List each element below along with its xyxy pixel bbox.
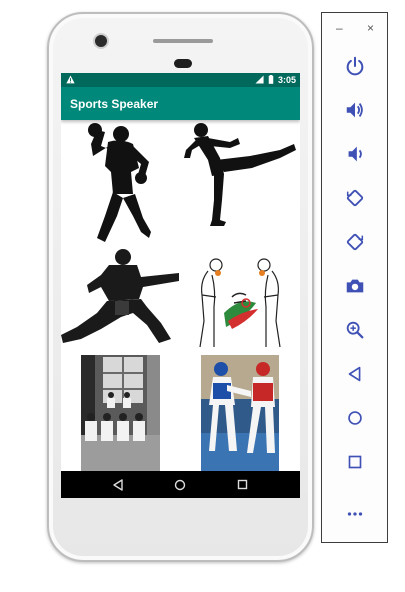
- app-bar: Sports Speaker: [61, 87, 300, 120]
- earpiece-speaker: [153, 39, 213, 43]
- home-icon: [347, 411, 362, 425]
- high-kick-silhouette-image: [180, 120, 300, 247]
- status-bar: 3:05: [61, 73, 300, 87]
- status-right: 3:05: [255, 74, 296, 86]
- proximity-sensor: [174, 59, 192, 68]
- emulator-stage: 3:05 Sports Speaker – ×: [0, 0, 405, 592]
- rotate-right-icon: [346, 233, 363, 251]
- tile-bowing-fighters-drawing[interactable]: [180, 247, 300, 355]
- toolbar-home-button[interactable]: [322, 401, 387, 435]
- toolbar-back-button[interactable]: [322, 357, 387, 391]
- warning-icon: [66, 74, 75, 86]
- clock: 3:05: [277, 75, 296, 85]
- back-icon: [348, 366, 360, 382]
- zoom-icon: [346, 321, 363, 339]
- taekwondo-match-photo-image: [201, 355, 279, 471]
- close-button[interactable]: ×: [367, 21, 374, 41]
- volume-down-button[interactable]: [322, 137, 387, 171]
- overview-icon: [348, 455, 361, 469]
- camera-icon: [346, 279, 363, 293]
- screenshot-button[interactable]: [322, 269, 387, 303]
- recents-icon: [238, 479, 248, 490]
- front-camera: [95, 35, 107, 47]
- rotate-right-button[interactable]: [322, 225, 387, 259]
- toolbar-window-controls: – ×: [322, 13, 387, 41]
- more-button[interactable]: [322, 497, 387, 531]
- nav-back-button[interactable]: [108, 475, 128, 495]
- tile-karate-punch-silhouette[interactable]: [61, 247, 180, 355]
- rotate-left-icon: [346, 189, 363, 207]
- tile-high-kick-silhouette[interactable]: [180, 120, 300, 247]
- nav-recents-button[interactable]: [233, 475, 253, 495]
- home-icon: [175, 479, 186, 490]
- rotate-left-button[interactable]: [322, 181, 387, 215]
- tile-taekwondo-match-photo[interactable]: [201, 355, 279, 471]
- tile-dojo-bw-photo[interactable]: [81, 355, 160, 471]
- volume-up-icon: [346, 102, 363, 118]
- minimize-button[interactable]: –: [336, 21, 343, 41]
- zoom-button[interactable]: [322, 313, 387, 347]
- emulator-toolbar: – ×: [321, 12, 388, 543]
- app-title: Sports Speaker: [70, 96, 159, 111]
- navigation-bar: [61, 471, 300, 498]
- more-icon: [347, 512, 362, 516]
- toolbar-overview-button[interactable]: [322, 445, 387, 479]
- bowing-fighters-drawing-image: [180, 247, 300, 355]
- boxing-silhouette-image: [61, 120, 180, 247]
- karate-punch-silhouette-image: [61, 247, 180, 355]
- power-icon: [346, 56, 363, 76]
- signal-icon: [255, 74, 264, 86]
- tile-boxing-silhouette[interactable]: [61, 120, 180, 247]
- image-grid: [61, 120, 300, 471]
- back-icon: [113, 478, 123, 491]
- volume-down-icon: [348, 146, 362, 162]
- device-screen: 3:05 Sports Speaker: [61, 73, 300, 498]
- volume-up-button[interactable]: [322, 93, 387, 127]
- nav-home-button[interactable]: [170, 475, 190, 495]
- power-button[interactable]: [322, 49, 387, 83]
- battery-icon: [268, 74, 274, 86]
- dojo-bw-photo-image: [81, 355, 160, 471]
